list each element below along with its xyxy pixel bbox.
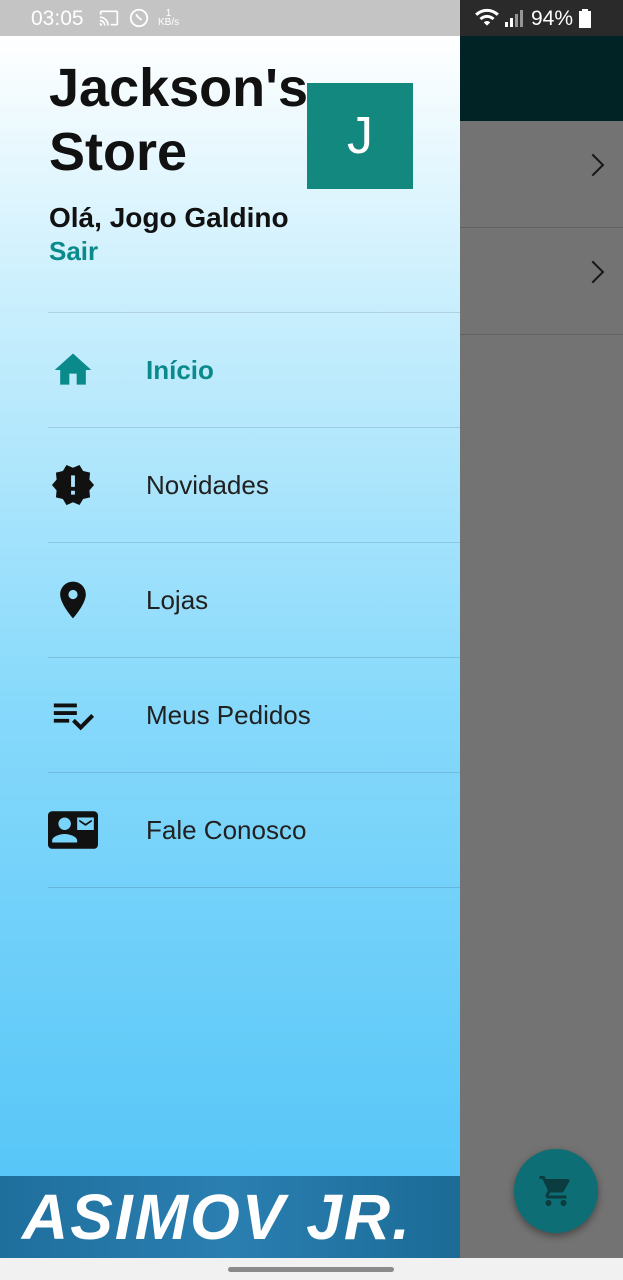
location-pin-icon [60, 581, 86, 619]
watermark-text: ASIMOV JR. [22, 1181, 412, 1253]
drawer-item-label: Início [146, 354, 214, 385]
status-bar: 03:05 1 KB/s 94% [0, 0, 623, 36]
drawer-item-fale-conosco[interactable]: Fale Conosco [48, 772, 460, 888]
cast-icon [99, 10, 119, 26]
drawer-item-label: Lojas [146, 584, 209, 615]
playlist-check-icon [53, 703, 95, 731]
battery-icon [579, 9, 591, 28]
drawer-item-meus-pedidos[interactable]: Meus Pedidos [48, 657, 460, 772]
whatsapp-icon [129, 8, 149, 28]
status-time: 03:05 [31, 7, 84, 30]
navigation-drawer: Jackson's Store J Olá, Jogo Galdino Sair… [0, 36, 460, 1258]
drawer-item-novidades[interactable]: Novidades [48, 427, 460, 542]
logout-link[interactable]: Sair [49, 236, 98, 267]
drawer-item-label: Novidades [146, 469, 269, 500]
store-title: Jackson's Store [49, 58, 309, 182]
wifi-icon [475, 8, 499, 26]
shopping-cart-icon [539, 1176, 570, 1206]
drawer-item-label: Fale Conosco [146, 814, 307, 845]
cart-fab-button[interactable] [514, 1149, 598, 1233]
avatar[interactable]: J [307, 83, 413, 189]
drawer-item-inicio[interactable]: Início [48, 312, 460, 427]
drawer-item-lojas[interactable]: Lojas [48, 542, 460, 657]
home-gesture-handle[interactable] [228, 1267, 394, 1272]
drawer-menu: Início Novidades Lojas Meus Pedidos Fale… [48, 312, 460, 888]
new-releases-icon [51, 464, 95, 506]
network-speed: 1 KB/s [158, 8, 180, 28]
home-icon [54, 353, 92, 385]
greeting-text: Olá, Jogo Galdino [49, 202, 289, 233]
signal-icon [505, 10, 523, 27]
battery-percent: 94% [531, 7, 574, 30]
system-nav-bar [0, 1258, 623, 1280]
contact-mail-icon [48, 811, 98, 849]
drawer-item-label: Meus Pedidos [146, 699, 311, 730]
watermark-banner: ASIMOV JR. [0, 1176, 460, 1258]
